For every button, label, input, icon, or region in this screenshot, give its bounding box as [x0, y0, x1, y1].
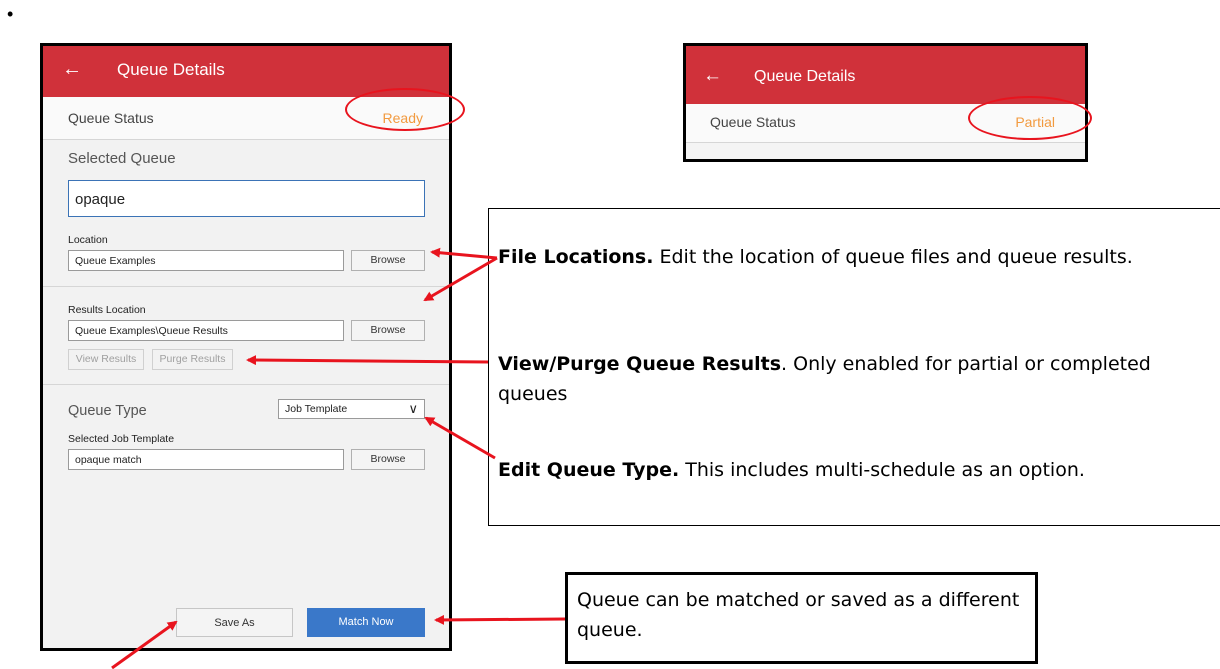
- arrow-to-results-location: [423, 256, 498, 302]
- arrow-to-location-browse: [430, 247, 498, 260]
- arrow-to-results-buttons: [246, 355, 489, 366]
- arrow-to-save-as: [111, 620, 178, 669]
- arrow-to-match-now: [434, 614, 566, 625]
- arrow-to-queue-type-dropdown: [424, 416, 496, 460]
- annotation-arrows: [111, 247, 566, 669]
